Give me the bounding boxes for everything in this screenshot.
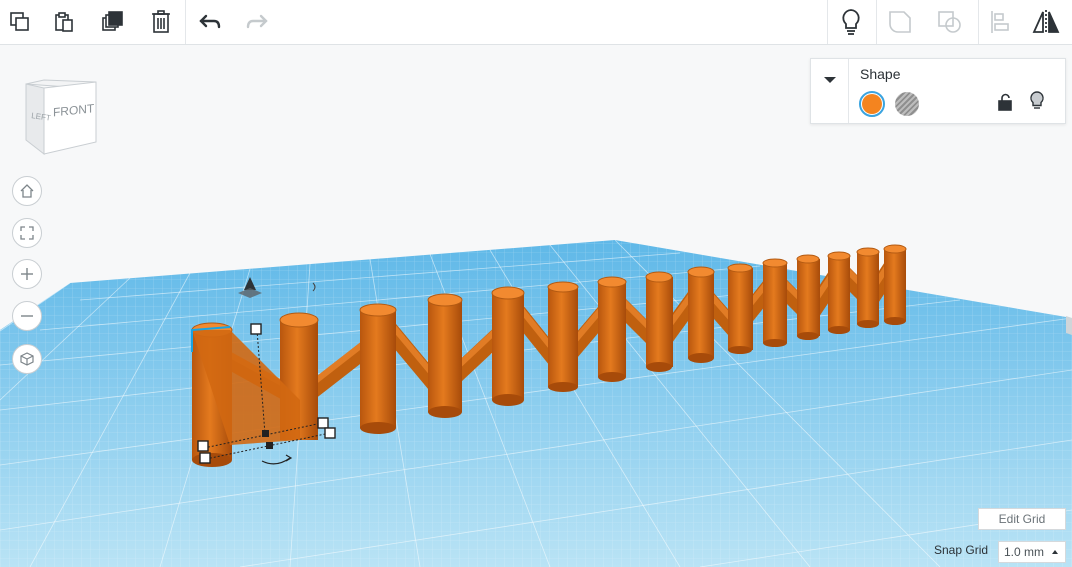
visibility-lightbulb-icon[interactable] [1029,91,1045,116]
hole-swatch-icon[interactable] [895,92,919,116]
post-10 [727,263,753,354]
zoom-out-icon[interactable] [12,301,42,331]
lightbulb-icon[interactable] [831,0,871,44]
grid-plane [0,239,1072,567]
solid-color-fill [862,94,882,114]
shape-inspector: Shape [810,58,1066,124]
post-4 [427,293,463,418]
view-cube[interactable]: LEFT FRONT [20,78,100,158]
solid-color-swatch[interactable] [859,91,885,117]
post-5 [491,286,525,406]
post-13 [827,251,851,334]
post-8 [645,271,673,372]
post-15 [883,244,907,325]
post-9 [687,266,715,363]
perspective-icon[interactable] [12,344,42,374]
post-3 [359,303,397,434]
snap-grid-select[interactable]: 1.0 mm [998,541,1066,563]
inspector-title: Shape [860,66,901,82]
snap-grid-value: 1.0 mm [1004,545,1045,559]
undo-icon[interactable] [190,0,230,44]
lock-icon[interactable] [997,93,1013,116]
home-view-icon[interactable] [12,176,42,206]
fit-view-icon[interactable] [12,218,42,248]
ungroup-icon[interactable] [930,0,970,44]
snap-grid-label: Snap Grid [934,543,989,557]
post-12 [796,254,820,340]
align-icon[interactable] [980,0,1020,44]
zoom-in-icon[interactable] [12,259,42,289]
post-7 [597,276,627,382]
collapse-inspector-button[interactable] [811,59,849,123]
redo-icon[interactable] [237,0,277,44]
post-11 [762,258,788,347]
chevron-down-icon [823,77,836,83]
edit-grid-button[interactable]: Edit Grid [978,508,1066,530]
post-6 [547,281,579,392]
copy-icon[interactable] [0,0,40,44]
top-toolbar [0,0,1072,45]
group-icon[interactable] [881,0,921,44]
caret-up-icon [1052,550,1058,554]
post-14 [856,247,880,328]
mirror-icon[interactable] [1026,0,1066,44]
delete-icon[interactable] [141,0,181,44]
paste-icon[interactable] [44,0,84,44]
duplicate-icon[interactable] [93,0,133,44]
